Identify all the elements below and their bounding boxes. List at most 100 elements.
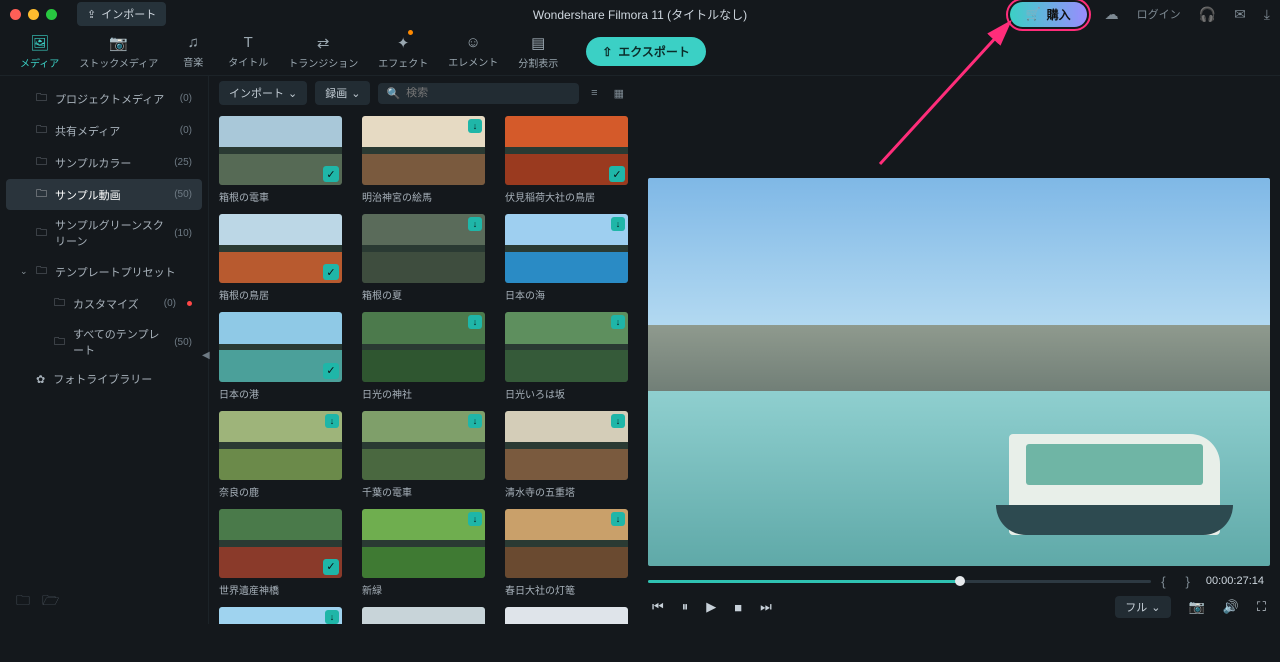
tab-メディア[interactable]: 🖼メディア	[10, 34, 69, 70]
clip-thumbnail[interactable]: ✓	[362, 607, 485, 624]
sidebar-item[interactable]: 🗀カスタマイズ(0)	[6, 288, 202, 319]
tab-トランジション[interactable]: ⇄トランジション	[278, 34, 368, 70]
login-link[interactable]: ログイン	[1137, 6, 1181, 22]
download-badge-icon: ↓	[611, 217, 625, 231]
volume-button[interactable]: 🔊	[1223, 599, 1239, 615]
clip-thumbnail[interactable]: ↓	[362, 116, 485, 185]
open-folder-icon[interactable]: 🗁	[42, 590, 59, 614]
clip-thumbnail[interactable]: ↓	[362, 312, 485, 381]
next-frame-button[interactable]: ⏭	[760, 599, 772, 615]
media-clip[interactable]: ↓春の河口湖	[219, 607, 342, 624]
window-controls[interactable]	[10, 9, 57, 20]
tab-エフェクト[interactable]: ✦エフェクト	[368, 34, 438, 70]
timeline-dock	[0, 624, 1280, 662]
media-clip[interactable]: ✓渋谷の交差点	[362, 607, 485, 624]
clip-thumbnail[interactable]: ↓	[362, 509, 485, 578]
folder-icon: 🗀	[36, 262, 47, 281]
media-clip[interactable]: ✓桜越しの富士山	[505, 607, 628, 624]
clip-thumbnail[interactable]: ↓	[362, 411, 485, 480]
media-clip[interactable]: ↓箱根の夏	[362, 214, 485, 302]
gear-icon: ✿	[36, 373, 45, 386]
quality-dropdown[interactable]: フル⌄	[1115, 596, 1170, 618]
mail-icon[interactable]: ✉	[1234, 6, 1246, 23]
record-dropdown[interactable]: 録画⌄	[315, 81, 370, 105]
media-clip[interactable]: ↓ 春日大社の灯篭	[505, 509, 628, 597]
collapse-handle[interactable]: ◀	[202, 350, 210, 361]
sidebar-item[interactable]: 🗀サンプルカラー(25)	[6, 147, 202, 178]
grid-view-icon[interactable]: ▦	[610, 87, 628, 100]
cloud-icon[interactable]: ☁	[1105, 6, 1119, 23]
cart-icon: 🛒	[1026, 7, 1041, 21]
mark-out-icon[interactable]: }	[1176, 574, 1200, 589]
prev-frame-button[interactable]: ⏮	[652, 599, 664, 615]
clip-thumbnail[interactable]: ↓	[505, 312, 628, 381]
clip-thumbnail[interactable]: ↓	[505, 509, 628, 578]
sidebar-item[interactable]: 🗀サンプル動画(50)	[6, 179, 202, 210]
clip-name: 世界遺産神橋	[219, 582, 342, 597]
media-clip[interactable]: ✓伏見稲荷大社の鳥居	[505, 116, 628, 204]
media-clip[interactable]: ↓日本の海	[505, 214, 628, 302]
sidebar-item[interactable]: 🗀すべてのテンプレート(50)	[6, 320, 202, 364]
fullscreen-button[interactable]: ⛶	[1257, 599, 1266, 615]
clip-thumbnail[interactable]: ✓	[505, 116, 628, 185]
tab-label: エレメント	[448, 54, 498, 69]
media-clip[interactable]: ↓奈良の鹿	[219, 411, 342, 499]
buy-button[interactable]: 🛒 購入	[1010, 2, 1087, 27]
media-clip[interactable]: ↓清水寺の五重塔	[505, 411, 628, 499]
clip-thumbnail[interactable]: ↓	[219, 607, 342, 624]
clip-thumbnail[interactable]: ✓	[219, 509, 342, 578]
media-clip[interactable]: ✓箱根の鳥居	[219, 214, 342, 302]
clip-name: 春日大社の灯篭	[505, 582, 628, 597]
search-field[interactable]: 🔍	[378, 83, 579, 104]
folder-icon: 🗀	[36, 121, 47, 140]
import-button[interactable]: ⇪ インポート	[77, 2, 166, 26]
clip-thumbnail[interactable]: ↓	[362, 214, 485, 283]
sidebar-label: プロジェクトメディア	[55, 91, 164, 107]
mark-in-icon[interactable]: {	[1151, 574, 1175, 589]
tab-エレメント[interactable]: ☺エレメント	[438, 34, 508, 70]
clip-thumbnail[interactable]: ✓	[219, 312, 342, 381]
media-clip[interactable]: ↓日光いろは坂	[505, 312, 628, 400]
tab-label: 音楽	[183, 54, 203, 69]
import-dropdown[interactable]: インポート⌄	[219, 81, 307, 105]
preview-scrubber[interactable]: { } 00:00:27:14	[648, 572, 1270, 590]
sidebar-item[interactable]: 🗀プロジェクトメディア(0)	[6, 83, 202, 114]
tab-ストックメディア[interactable]: 📷ストックメディア	[69, 34, 168, 70]
folder-icon: 🗀	[36, 224, 47, 243]
step-back-button[interactable]: ⏸	[682, 599, 689, 615]
search-input[interactable]	[406, 87, 571, 99]
media-clip[interactable]: ↓千葉の電車	[362, 411, 485, 499]
sidebar-item[interactable]: ⌄🗀テンプレートプリセット	[6, 256, 202, 287]
preview-canvas[interactable]	[648, 178, 1270, 566]
play-button[interactable]: ▶	[706, 599, 716, 615]
clip-thumbnail[interactable]: ✓	[219, 116, 342, 185]
added-badge-icon: ✓	[323, 264, 339, 280]
sort-icon[interactable]: ≡	[587, 87, 601, 99]
sidebar-item[interactable]: 🗀共有メディア(0)	[6, 115, 202, 146]
export-button[interactable]: ⇧ エクスポート	[586, 37, 706, 66]
media-clip[interactable]: ✓日本の港	[219, 312, 342, 400]
tab-音楽[interactable]: ♫音楽	[168, 34, 218, 70]
sidebar-item[interactable]: ✿フォトライブラリー	[6, 365, 202, 393]
media-clip[interactable]: ↓明治神宮の絵馬	[362, 116, 485, 204]
stop-button[interactable]: ■	[734, 600, 742, 615]
clip-thumbnail[interactable]: ✓	[219, 214, 342, 283]
tab-タイトル[interactable]: Tタイトル	[218, 34, 278, 70]
clip-thumbnail[interactable]: ✓	[505, 607, 628, 624]
clip-thumbnail[interactable]: ↓	[505, 411, 628, 480]
new-folder-icon[interactable]: 🗀	[16, 590, 30, 614]
clip-thumbnail[interactable]: ↓	[219, 411, 342, 480]
tab-分割表示[interactable]: ▤分割表示	[508, 34, 568, 70]
clip-thumbnail[interactable]: ↓	[505, 214, 628, 283]
media-clip[interactable]: ✓ 世界遺産神橋	[219, 509, 342, 597]
clip-name: 新緑	[362, 582, 485, 597]
snapshot-button[interactable]: 📷	[1189, 599, 1205, 615]
media-clip[interactable]: ↓日光の神社	[362, 312, 485, 400]
sidebar-item[interactable]: 🗀サンプルグリーンスクリーン(10)	[6, 211, 202, 255]
download-icon[interactable]: ⤓	[1264, 6, 1270, 23]
folder-icon: 🗀	[36, 89, 47, 108]
media-clip[interactable]: ↓ 新緑	[362, 509, 485, 597]
headphone-icon[interactable]: 🎧	[1199, 6, 1216, 23]
media-clip[interactable]: ✓箱根の電車	[219, 116, 342, 204]
media-grid: ✓箱根の電車↓明治神宮の絵馬✓伏見稲荷大社の鳥居 ✓箱根の鳥居↓箱根の夏↓日本の海…	[209, 110, 638, 624]
